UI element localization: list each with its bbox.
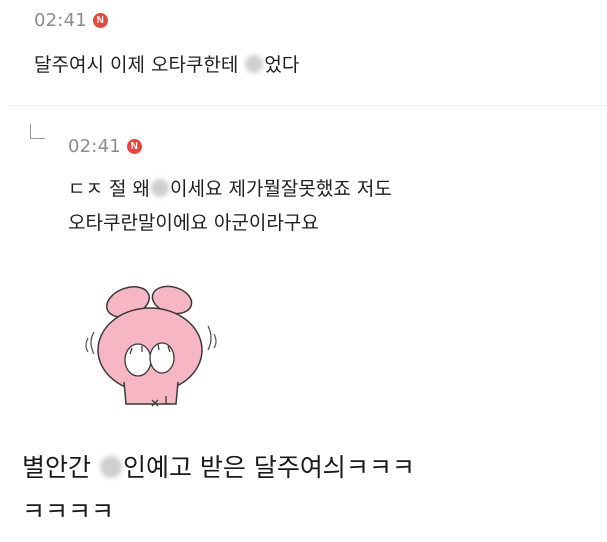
comment-text-start: 달주여시 이제 오타쿠한테 [34, 54, 245, 76]
reply-text: ㄷㅈ 절 왜 이세요 제가뭘잘못했죠 저도 오타쿠란말이에요 아군이라구요 [68, 172, 598, 240]
caption-line-1: 별안간 인예고 받은 달주여싀ㅋㅋㅋ [22, 453, 415, 482]
bunny-hand [124, 343, 152, 377]
bunny-hand [149, 342, 175, 374]
bunny-head [97, 307, 203, 393]
bunny-body [123, 381, 179, 405]
reply-time: 02:41 [68, 136, 121, 157]
reply-meta: 02:41 N [68, 136, 142, 157]
comment-text: 달주여시 이제 오타쿠한테 었다 [34, 48, 594, 82]
blurred-censor [151, 179, 169, 197]
shake-mark [213, 333, 217, 349]
new-badge: N [126, 139, 142, 154]
comment-text-end: 었다 [264, 54, 300, 76]
blurred-censor [99, 456, 122, 478]
reply-arrow-icon [30, 124, 45, 139]
caption-line-2: ㅋㅋㅋㅋ [22, 497, 115, 526]
reply-line-2: 오타쿠란말이에요 아군이라구요 [68, 212, 319, 234]
new-badge: N [92, 13, 108, 28]
comment-time: 02:41 [34, 10, 87, 31]
comment-divider [8, 105, 607, 106]
crying-bunny-sticker-icon [85, 285, 217, 407]
shake-mark [207, 325, 212, 351]
reply-line-1: ㄷㅈ 절 왜 이세요 제가뭘잘못했죠 저도 [68, 178, 392, 200]
shake-mark [90, 331, 95, 355]
shake-mark [85, 337, 89, 353]
caption-text: 별안간 인예고 받은 달주여싀ㅋㅋㅋ ㅋㅋㅋㅋ [22, 446, 592, 534]
blurred-censor [245, 55, 264, 73]
comment-meta: 02:41 N [34, 10, 108, 31]
